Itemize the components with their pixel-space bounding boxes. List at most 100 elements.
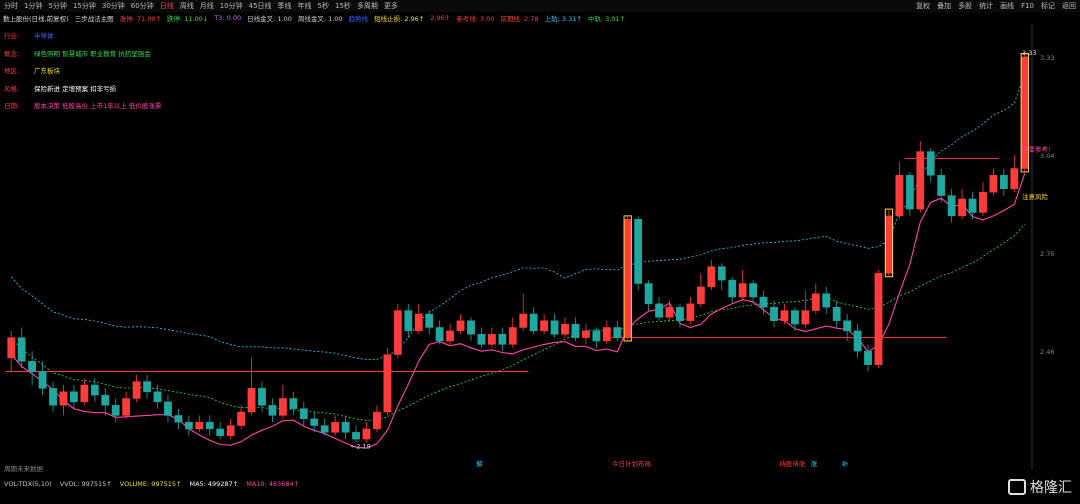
candle-body <box>623 219 632 338</box>
toolbar-button[interactable]: 标记 <box>1041 1 1055 11</box>
volume-value: VOLUME: 997515↑ <box>119 480 182 488</box>
period-tab[interactable]: 分时 <box>4 1 18 11</box>
period-tab[interactable]: 季线 <box>278 1 292 11</box>
price-label: 3.33 <box>1040 54 1054 62</box>
candle-body <box>853 330 862 352</box>
volume-value: VOL-TDX(5,10) <box>4 480 52 488</box>
support-line <box>10 173 1026 449</box>
candle-body <box>738 283 747 298</box>
candle-body <box>602 327 611 342</box>
candle-body <box>174 415 183 423</box>
mark-label: 涨 <box>811 459 818 468</box>
candle-body <box>790 310 799 325</box>
candle-body <box>707 266 716 288</box>
candle-body <box>49 388 57 406</box>
candle-body <box>529 313 538 332</box>
candle-body <box>477 333 486 345</box>
period-tab[interactable]: 15秒 <box>335 1 351 11</box>
volume-indicator-line: VOL-TDX(5,10) VVOL: 997515↑ VOLUME: 997515… <box>0 478 1080 490</box>
candle-body <box>132 381 141 399</box>
candle-body <box>310 418 319 426</box>
period-tab[interactable]: 5秒 <box>318 1 329 11</box>
candle-body <box>634 219 643 284</box>
candle-body <box>999 175 1008 190</box>
candle-body <box>331 421 340 433</box>
indicator-value: T3: 0.00 <box>214 14 242 22</box>
toolbar-button[interactable]: F10 <box>1021 2 1034 10</box>
candle-body <box>143 381 151 392</box>
volume-value: MA5: 499287↑ <box>189 480 239 488</box>
candle-body <box>383 354 392 413</box>
candle-body <box>404 310 413 332</box>
period-tab[interactable]: 45日线 <box>249 1 272 11</box>
strategy-name[interactable]: 三步战法主图 <box>75 13 114 23</box>
toolbar-button[interactable]: 叠加 <box>937 1 951 11</box>
candle-body <box>916 151 925 210</box>
candle-body <box>268 405 277 416</box>
attention-label: 注意风险 <box>1022 192 1049 201</box>
indicator-values-line: 勤上股份(日线,前复权) 三步战法主图 涨停: 71.00↑ 跌停: 11.00↓… <box>0 12 1080 24</box>
candle-body <box>989 175 998 193</box>
candle-body <box>905 175 914 210</box>
mark-label: 补 <box>842 459 849 468</box>
period-tab[interactable]: 15分钟 <box>73 1 96 11</box>
candle-body <box>195 421 204 430</box>
candle-body <box>1010 168 1019 190</box>
candle-body <box>759 296 768 308</box>
period-tab[interactable]: 30分钟 <box>102 1 125 11</box>
candle-body <box>425 313 434 328</box>
period-tab[interactable]: 年线 <box>298 1 312 11</box>
indicator-value: 前期线: 2.78 <box>500 15 539 23</box>
period-tab[interactable]: 10分钟 <box>220 1 243 11</box>
candle-body <box>811 293 820 311</box>
toolbar-button[interactable]: 统计 <box>979 1 993 11</box>
candle-body <box>937 175 946 196</box>
candle-body <box>320 425 329 433</box>
candle-body <box>247 388 256 413</box>
period-toolbar: 分时 1分钟 5分钟 15分钟 30分钟 60分钟 日线 周线 月线 10分钟 45日线 季线 年线 5秒… <box>0 0 1080 12</box>
toolbar-button[interactable]: 多股 <box>958 1 972 11</box>
candle-body <box>467 320 475 335</box>
candle-body <box>352 432 360 440</box>
candle-body <box>550 320 559 335</box>
candle-body <box>90 384 99 396</box>
period-tab[interactable]: 1分钟 <box>24 1 42 11</box>
indicator-value: 2.96↑ <box>430 14 451 22</box>
candle-body <box>184 421 193 430</box>
period-tab[interactable]: 月线 <box>200 1 214 11</box>
candle-body <box>571 323 580 338</box>
candle-body <box>299 408 308 420</box>
toolbar-button[interactable]: 复权 <box>916 1 930 11</box>
candle-body <box>979 191 987 213</box>
indicator-value: 趋势线 <box>348 15 369 23</box>
period-tab[interactable]: 周线 <box>180 1 194 11</box>
candle-body <box>843 320 852 332</box>
resistance-label: 重要参考! <box>1022 145 1051 154</box>
toolbar-button[interactable]: 返回 <box>1062 1 1076 11</box>
candle-body <box>341 421 350 433</box>
period-tabs: 分时 1分钟 5分钟 15分钟 30分钟 60分钟 日线 周线 月线 10分钟 45日线 季线 年线 5秒… <box>0 1 398 11</box>
candle-body <box>17 337 26 362</box>
toolbar-button[interactable]: 画线 <box>1000 1 1014 11</box>
toolbar-right-buttons: 复权 叠加 多股 统计 画线 F10 标记 返回 <box>916 0 1076 12</box>
candle-body <box>655 303 663 318</box>
period-tab[interactable]: 5分钟 <box>48 1 66 11</box>
price-label: 2.46 <box>1040 348 1054 356</box>
candle-body <box>205 421 214 430</box>
kline-chart[interactable]: 3.333.042.752.46←2.19重要参考!注意风险今日计划布局 持股待涨… <box>0 24 1080 470</box>
period-tab[interactable]: 多周期 <box>357 1 378 11</box>
volume-value: VVOL: 997515↑ <box>59 480 112 488</box>
candle-body <box>226 425 235 436</box>
candle-body <box>676 306 684 321</box>
period-tab[interactable]: 更多 <box>384 1 398 11</box>
candle-body <box>237 411 246 426</box>
period-tab[interactable]: 60分钟 <box>131 1 154 11</box>
period-tab[interactable]: 日线 <box>160 1 174 11</box>
candle-body <box>540 320 549 332</box>
candle-body <box>592 330 601 342</box>
candle-body <box>613 327 622 338</box>
candle-body <box>373 411 381 430</box>
candle-body <box>874 273 883 365</box>
mark-label: 解 <box>476 459 483 468</box>
top-price-label: 3.33 <box>1022 49 1036 57</box>
